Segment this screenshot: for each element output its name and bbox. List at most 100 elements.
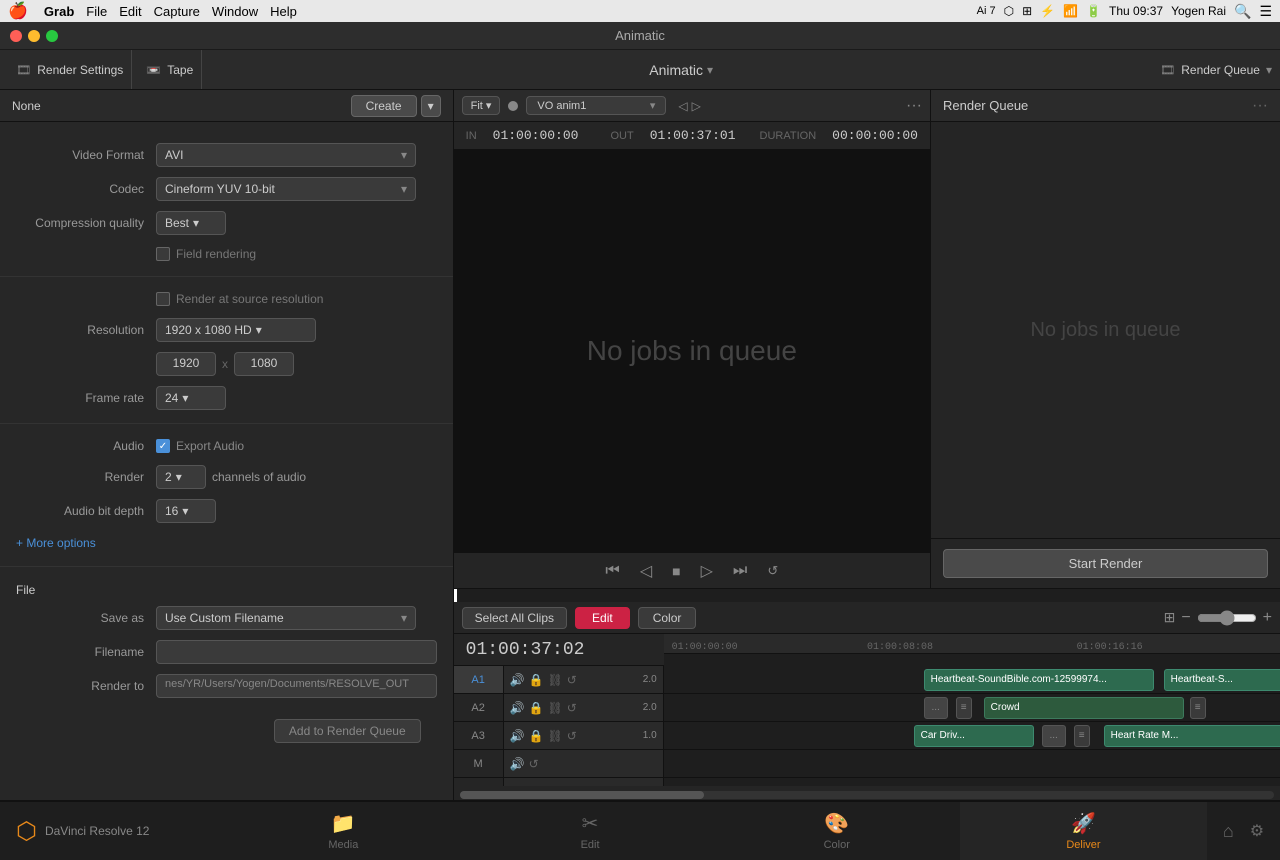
zoom-slider[interactable] — [1197, 610, 1257, 626]
render-to-input[interactable]: nes/YR/Users/Yogen/Documents/RESOLVE_OUT — [156, 674, 437, 698]
nav-item-deliver[interactable]: 🚀 Deliver — [960, 802, 1207, 860]
scrubber-thumb[interactable] — [454, 589, 457, 602]
edit-button[interactable]: Edit — [575, 607, 630, 629]
a2-clip-dots-1[interactable]: ... — [924, 697, 948, 719]
height-input[interactable]: 1080 — [234, 352, 294, 376]
menu-edit[interactable]: Edit — [119, 4, 141, 19]
search-icon[interactable]: 🔍 — [1234, 3, 1251, 20]
previous-frame-button[interactable]: ◁ — [636, 557, 656, 585]
play-button[interactable]: ▷ — [697, 557, 717, 585]
m-speaker-icon[interactable]: 🔊 — [510, 757, 525, 771]
filename-control — [156, 640, 437, 664]
a2-clip-menu-2[interactable]: ≡ — [1190, 697, 1206, 719]
export-audio-checkbox[interactable] — [156, 439, 170, 453]
a3-loop-icon[interactable]: ↺ — [567, 729, 577, 743]
filename-input[interactable] — [156, 640, 437, 664]
tape-tab[interactable]: 📼 Tape — [138, 50, 202, 89]
track-header-a2[interactable]: A2 — [454, 694, 503, 722]
scrubber-bar[interactable] — [454, 588, 1280, 602]
create-button[interactable]: Create — [351, 95, 417, 117]
bit-depth-dropdown[interactable]: 16 ▾ — [156, 499, 216, 523]
a3-clip-car[interactable]: Car Driv... — [914, 725, 1034, 747]
timeline-scrollbar-thumb[interactable] — [460, 791, 704, 799]
a3-speaker-icon[interactable]: 🔊 — [510, 729, 525, 743]
resolution-dropdown[interactable]: 1920 x 1080 HD ▾ — [156, 318, 316, 342]
frame-rate-dropdown[interactable]: 24 ▾ — [156, 386, 226, 410]
nav-item-media[interactable]: 📁 Media — [220, 802, 467, 860]
settings-button[interactable]: ⚙ — [1250, 821, 1264, 841]
zoom-out-button[interactable]: − — [1181, 609, 1190, 627]
a1-lock-icon[interactable]: 🔒 — [529, 673, 544, 687]
home-button[interactable]: ⌂ — [1223, 821, 1234, 842]
track-header-a3[interactable]: A3 — [454, 722, 503, 750]
menu-file[interactable]: File — [86, 4, 107, 19]
render-queue-menu-button[interactable]: ··· — [1252, 97, 1268, 115]
stop-button[interactable]: ■ — [668, 559, 684, 583]
start-render-button[interactable]: Start Render — [943, 549, 1268, 578]
toolbar-expand-icon[interactable]: ▾ — [1266, 63, 1272, 77]
a2-loop-icon[interactable]: ↺ — [567, 701, 577, 715]
codec-dropdown[interactable]: Cineform YUV 10-bit ▾ — [156, 177, 416, 201]
track-header-m[interactable]: M — [454, 750, 503, 778]
skip-to-end-button[interactable]: ⏭ — [729, 558, 751, 584]
render-settings-tab[interactable]: 🎞 Render Settings — [8, 50, 132, 89]
close-button[interactable] — [10, 30, 22, 42]
render-queue-label[interactable]: Render Queue — [1181, 63, 1260, 77]
minimize-button[interactable] — [28, 30, 40, 42]
toolbar-center: Animatic ▾ — [208, 62, 1154, 78]
a2-lock-icon[interactable]: 🔒 — [529, 701, 544, 715]
a1-clip-1[interactable]: Heartbeat-SoundBible.com-12599974... — [924, 669, 1154, 691]
a3-clip-dots-1[interactable]: ... — [1042, 725, 1066, 747]
preview-fwd-button[interactable]: ▷ — [692, 99, 701, 113]
add-to-queue-button[interactable]: Add to Render Queue — [274, 719, 421, 743]
a3-clip-menu-1[interactable]: ≡ — [1074, 725, 1090, 747]
fit-button[interactable]: Fit ▾ — [462, 96, 501, 115]
a2-clip-crowd[interactable]: Crowd — [984, 697, 1184, 719]
menu-help[interactable]: Help — [270, 4, 297, 19]
field-rendering-checkbox[interactable] — [156, 247, 170, 261]
resolution-row: Resolution 1920 x 1080 HD ▾ — [0, 313, 453, 347]
timeline-scrollbar[interactable] — [460, 791, 1274, 799]
a1-speaker-icon[interactable]: 🔊 — [510, 673, 525, 687]
a1-clip-2[interactable]: Heartbeat-S... — [1164, 669, 1280, 691]
a3-lock-icon[interactable]: 🔒 — [529, 729, 544, 743]
loop-button[interactable]: ↺ — [763, 559, 782, 583]
a3-clip-heartrate[interactable]: Heart Rate M... — [1104, 725, 1280, 747]
toolbar-dropdown-arrow[interactable]: ▾ — [707, 63, 713, 77]
save-as-dropdown[interactable]: Use Custom Filename ▾ — [156, 606, 416, 630]
grid-view-icon[interactable]: ⊞ — [1164, 609, 1176, 626]
skip-to-start-button[interactable]: ⏮ — [601, 558, 623, 584]
menu-capture[interactable]: Capture — [154, 4, 200, 19]
menu-grab[interactable]: Grab — [44, 4, 74, 19]
a1-loop-icon[interactable]: ↺ — [567, 673, 577, 687]
nav-item-edit[interactable]: ✂ Edit — [467, 802, 714, 860]
battery-icon: 🔋 — [1086, 4, 1101, 18]
channels-dropdown[interactable]: 2 ▾ — [156, 465, 206, 489]
a2-link-icon[interactable]: ⛓ — [548, 701, 563, 715]
select-all-clips-button[interactable]: Select All Clips — [462, 607, 567, 629]
zoom-in-button[interactable]: + — [1263, 609, 1272, 627]
track-header-a1[interactable]: A1 — [454, 666, 503, 694]
render-source-checkbox[interactable] — [156, 292, 170, 306]
settings-scroll-area[interactable]: Video Format AVI ▾ Codec Cineform YUV 10… — [0, 122, 453, 800]
render-source-checkbox-row: Render at source resolution — [156, 292, 323, 306]
compression-dropdown[interactable]: Best ▾ — [156, 211, 226, 235]
preview-menu-button[interactable]: ··· — [906, 97, 922, 114]
a3-link-icon[interactable]: ⛓ — [548, 729, 563, 743]
a2-clip-menu-1[interactable]: ≡ — [956, 697, 972, 719]
create-arrow-button[interactable]: ▾ — [421, 95, 441, 117]
list-icon[interactable]: ☰ — [1259, 3, 1272, 20]
clip-name-button[interactable]: VO anim1 ▾ — [526, 96, 666, 115]
nav-item-color[interactable]: 🎨 Color — [713, 802, 960, 860]
more-options-button[interactable]: + More options — [0, 528, 453, 558]
a1-link-icon[interactable]: ⛓ — [548, 673, 563, 687]
color-button[interactable]: Color — [638, 607, 697, 629]
m-loop-icon[interactable]: ↺ — [529, 757, 539, 771]
timeline-ruler[interactable]: 01:00:00:00 01:00:08:08 01:00:16:16 — [664, 634, 1280, 654]
a2-speaker-icon[interactable]: 🔊 — [510, 701, 525, 715]
preview-back-button[interactable]: ◁ — [678, 99, 687, 113]
menu-window[interactable]: Window — [212, 4, 258, 19]
maximize-button[interactable] — [46, 30, 58, 42]
video-format-dropdown[interactable]: AVI ▾ — [156, 143, 416, 167]
width-input[interactable]: 1920 — [156, 352, 216, 376]
